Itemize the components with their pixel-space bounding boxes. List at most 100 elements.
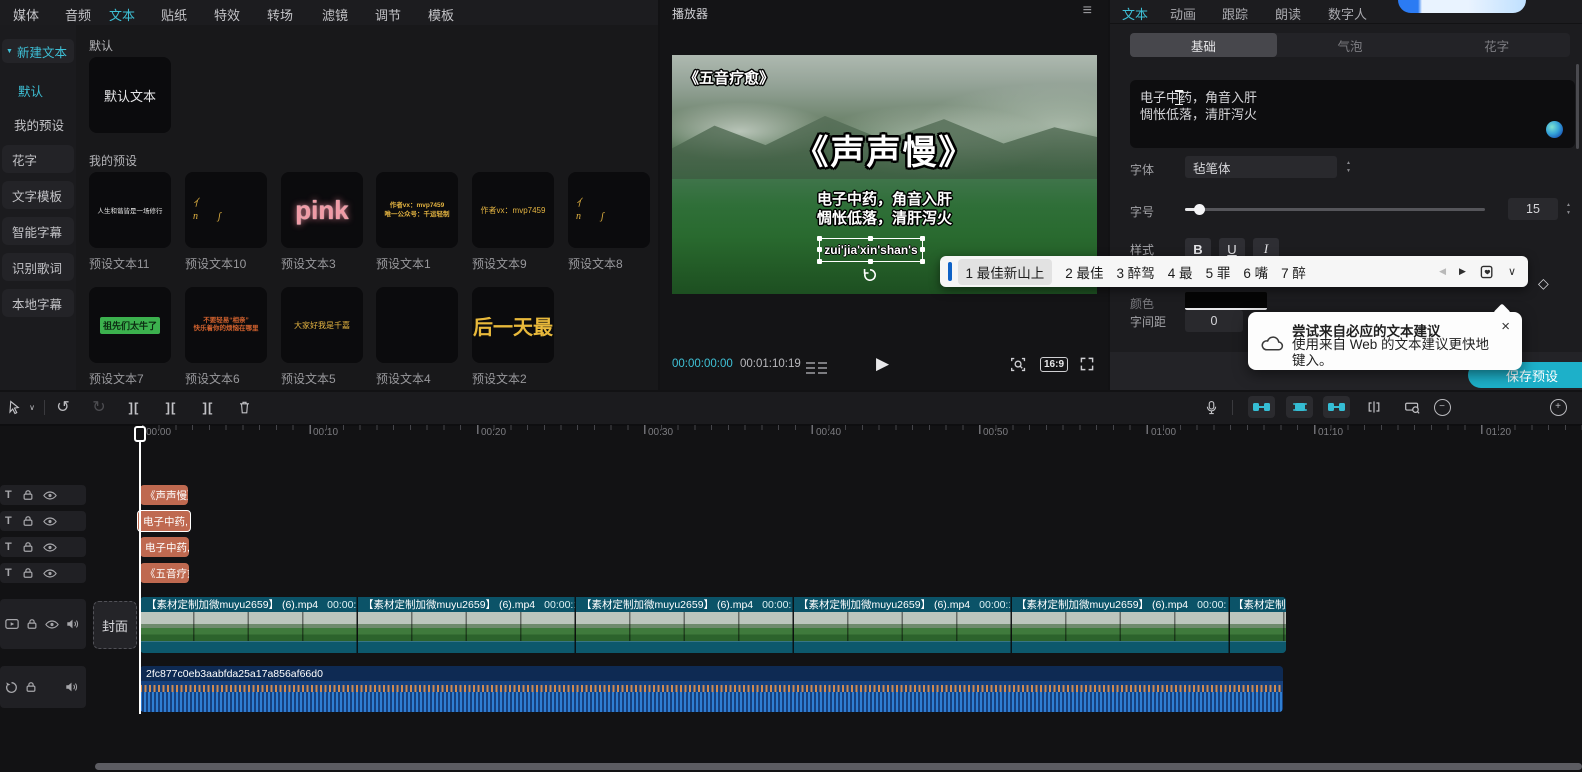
preset-card[interactable]: 后一天最 [472,287,554,363]
preset-card-default[interactable]: 默认文本 [89,57,171,133]
audio-clip[interactable]: 2fc877c0eb3aabfda25a17a856af66d0 [140,666,1283,712]
tab-sticker[interactable]: 贴纸 [161,5,187,24]
preset-card[interactable] [376,287,458,363]
eye-icon[interactable] [43,568,57,579]
inspector-tab-avatar[interactable]: 数字人 [1328,4,1367,23]
close-icon[interactable]: × [1501,318,1510,335]
timeline-horizontal-scrollbar[interactable] [95,763,1582,770]
resize-handle[interactable] [817,247,822,252]
preview-axis-toggle-icon[interactable] [1286,396,1313,418]
tab-template[interactable]: 模板 [428,5,454,24]
zoom-out-icon[interactable]: − [1432,392,1452,422]
preset-card[interactable]: 亻 n ʃ [568,172,650,248]
ime-candidate[interactable]: 7 醉 [1281,262,1306,282]
text-clip-selected[interactable]: 电子中药, [137,510,191,532]
overlay-corner-text[interactable]: 《五音疗愈》 [684,67,774,88]
resize-handle[interactable] [868,236,873,241]
font-select[interactable]: 毡笔体 [1185,156,1337,178]
timeline-scale-icon[interactable] [1400,392,1424,422]
font-size-input[interactable]: 15 [1508,198,1558,220]
preset-card[interactable]: 人生和谐皆是一场修行 [89,172,171,248]
keyframe-diamond-icon[interactable]: ◇ [1538,275,1549,292]
preview-zoom-icon[interactable] [1010,352,1027,376]
playhead-handle[interactable] [134,426,146,442]
inspector-scrollbar[interactable] [1576,64,1579,149]
link-toggle-icon[interactable] [1323,396,1350,418]
ime-candidate[interactable]: 5 罪 [1206,262,1231,282]
text-color-swatch[interactable] [1185,292,1267,310]
overlay-heading-text[interactable]: 《声声慢》 [672,125,1097,174]
subtab-fancy[interactable]: 花字 [1423,33,1570,57]
subtab-bubble[interactable]: 气泡 [1277,33,1424,57]
resize-handle[interactable] [920,259,925,264]
select-tool-icon[interactable] [4,392,24,422]
resize-handle[interactable] [817,236,822,241]
resize-handle[interactable] [920,236,925,241]
preset-card[interactable]: pink [281,172,363,248]
select-tool-chevron-icon[interactable]: ∨ [25,392,39,422]
cover-button[interactable]: 封面 [93,601,137,649]
tab-effects[interactable]: 特效 [214,5,240,24]
ime-candidate[interactable]: 2 最佳 [1065,262,1103,282]
export-button[interactable] [1398,0,1526,13]
selected-text-box[interactable]: zui'jia'xin'shan's [819,238,923,262]
sidebar-item-local-captions[interactable]: 本地字幕 [2,289,74,317]
preset-card[interactable]: 不要轻易“相亲” 快乐着你的烦恼在哪里 [185,287,267,363]
split-left-icon[interactable]: ][ [122,392,146,422]
sidebar-group-new-text[interactable]: ▼ 新建文本 [2,39,74,63]
fullscreen-icon[interactable] [1079,352,1095,376]
play-button[interactable]: ▶ [876,352,889,376]
font-stepper[interactable]: ▲▼ [1342,156,1355,178]
aspect-ratio-button[interactable]: 16:9 [1040,352,1068,376]
mute-icon[interactable] [65,681,78,693]
undo-icon[interactable]: ↺ [52,392,74,422]
lock-icon[interactable] [26,618,38,630]
preset-card[interactable]: 作者vx：mvp7459 [472,172,554,248]
video-clip[interactable]: 【素材定制加微muyu2659】 (6).mp400:00:13:1 【素材定制… [140,597,1286,653]
text-clip[interactable]: 电子中药, [140,537,189,557]
sidebar-item-lyrics[interactable]: 识别歌词 [2,253,74,281]
ime-candidate[interactable]: 6 嘴 [1243,262,1268,282]
sidebar-item-fancy-text[interactable]: 花字 [2,145,74,173]
inspector-tab-animation[interactable]: 动画 [1170,4,1196,23]
zoom-in-icon[interactable]: + [1548,392,1568,422]
rotate-icon[interactable] [862,267,878,283]
eye-icon[interactable] [43,516,57,527]
resize-handle[interactable] [817,259,822,264]
tab-filter[interactable]: 滤镜 [322,5,348,24]
letter-spacing-input[interactable]: 0 [1185,310,1243,332]
tab-text[interactable]: 文本 [109,5,135,24]
font-size-slider-handle[interactable] [1194,204,1205,215]
font-size-stepper[interactable]: ▲▼ [1562,198,1575,220]
tab-transition[interactable]: 转场 [267,5,293,24]
inspector-tab-text[interactable]: 文本 [1122,4,1148,23]
font-size-slider[interactable] [1185,208,1485,211]
ime-next-icon[interactable]: ▶ [1459,266,1466,277]
delete-icon[interactable] [232,392,256,422]
text-clip[interactable]: 《声声慢》 [140,485,188,505]
lock-icon[interactable] [22,567,34,579]
resize-handle[interactable] [920,247,925,252]
frame-view-icon[interactable] [806,356,827,380]
ime-candidate[interactable]: 4 最 [1168,262,1193,282]
overlay-lyric-line1[interactable]: 电子中药，角音入肝 [672,188,1097,209]
preset-card[interactable]: 祖先们太牛了 [89,287,171,363]
inspector-tab-tracking[interactable]: 跟踪 [1222,4,1248,23]
ime-expand-icon[interactable]: ∨ [1508,265,1516,278]
text-content-input[interactable]: 电子中药，角音入肝 惆怅低落，清肝泻火 [1130,80,1575,148]
timeline-ruler[interactable]: 00:00 00:10 00:20 00:30 00:40 00:50 01:0… [95,425,1582,447]
lock-icon[interactable] [22,489,34,501]
ime-candidate[interactable]: 1 最佳新山上 [958,259,1053,285]
split-clip-icon[interactable] [1362,392,1386,422]
ime-candidate[interactable]: 3 醉驾 [1117,262,1155,282]
ai-assistant-icon[interactable] [1546,121,1563,138]
eye-icon[interactable] [43,542,57,553]
preset-card[interactable]: 作者vx：mvp7459 唯一公众号：千运轻制 [376,172,458,248]
eye-icon[interactable] [45,619,59,630]
split-icon[interactable]: ][ [159,392,183,422]
sidebar-item-auto-captions[interactable]: 智能字幕 [2,217,74,245]
lock-icon[interactable] [22,541,34,553]
lock-icon[interactable] [22,515,34,527]
resize-handle[interactable] [868,259,873,264]
sidebar-item-text-template[interactable]: 文字模板 [2,181,74,209]
